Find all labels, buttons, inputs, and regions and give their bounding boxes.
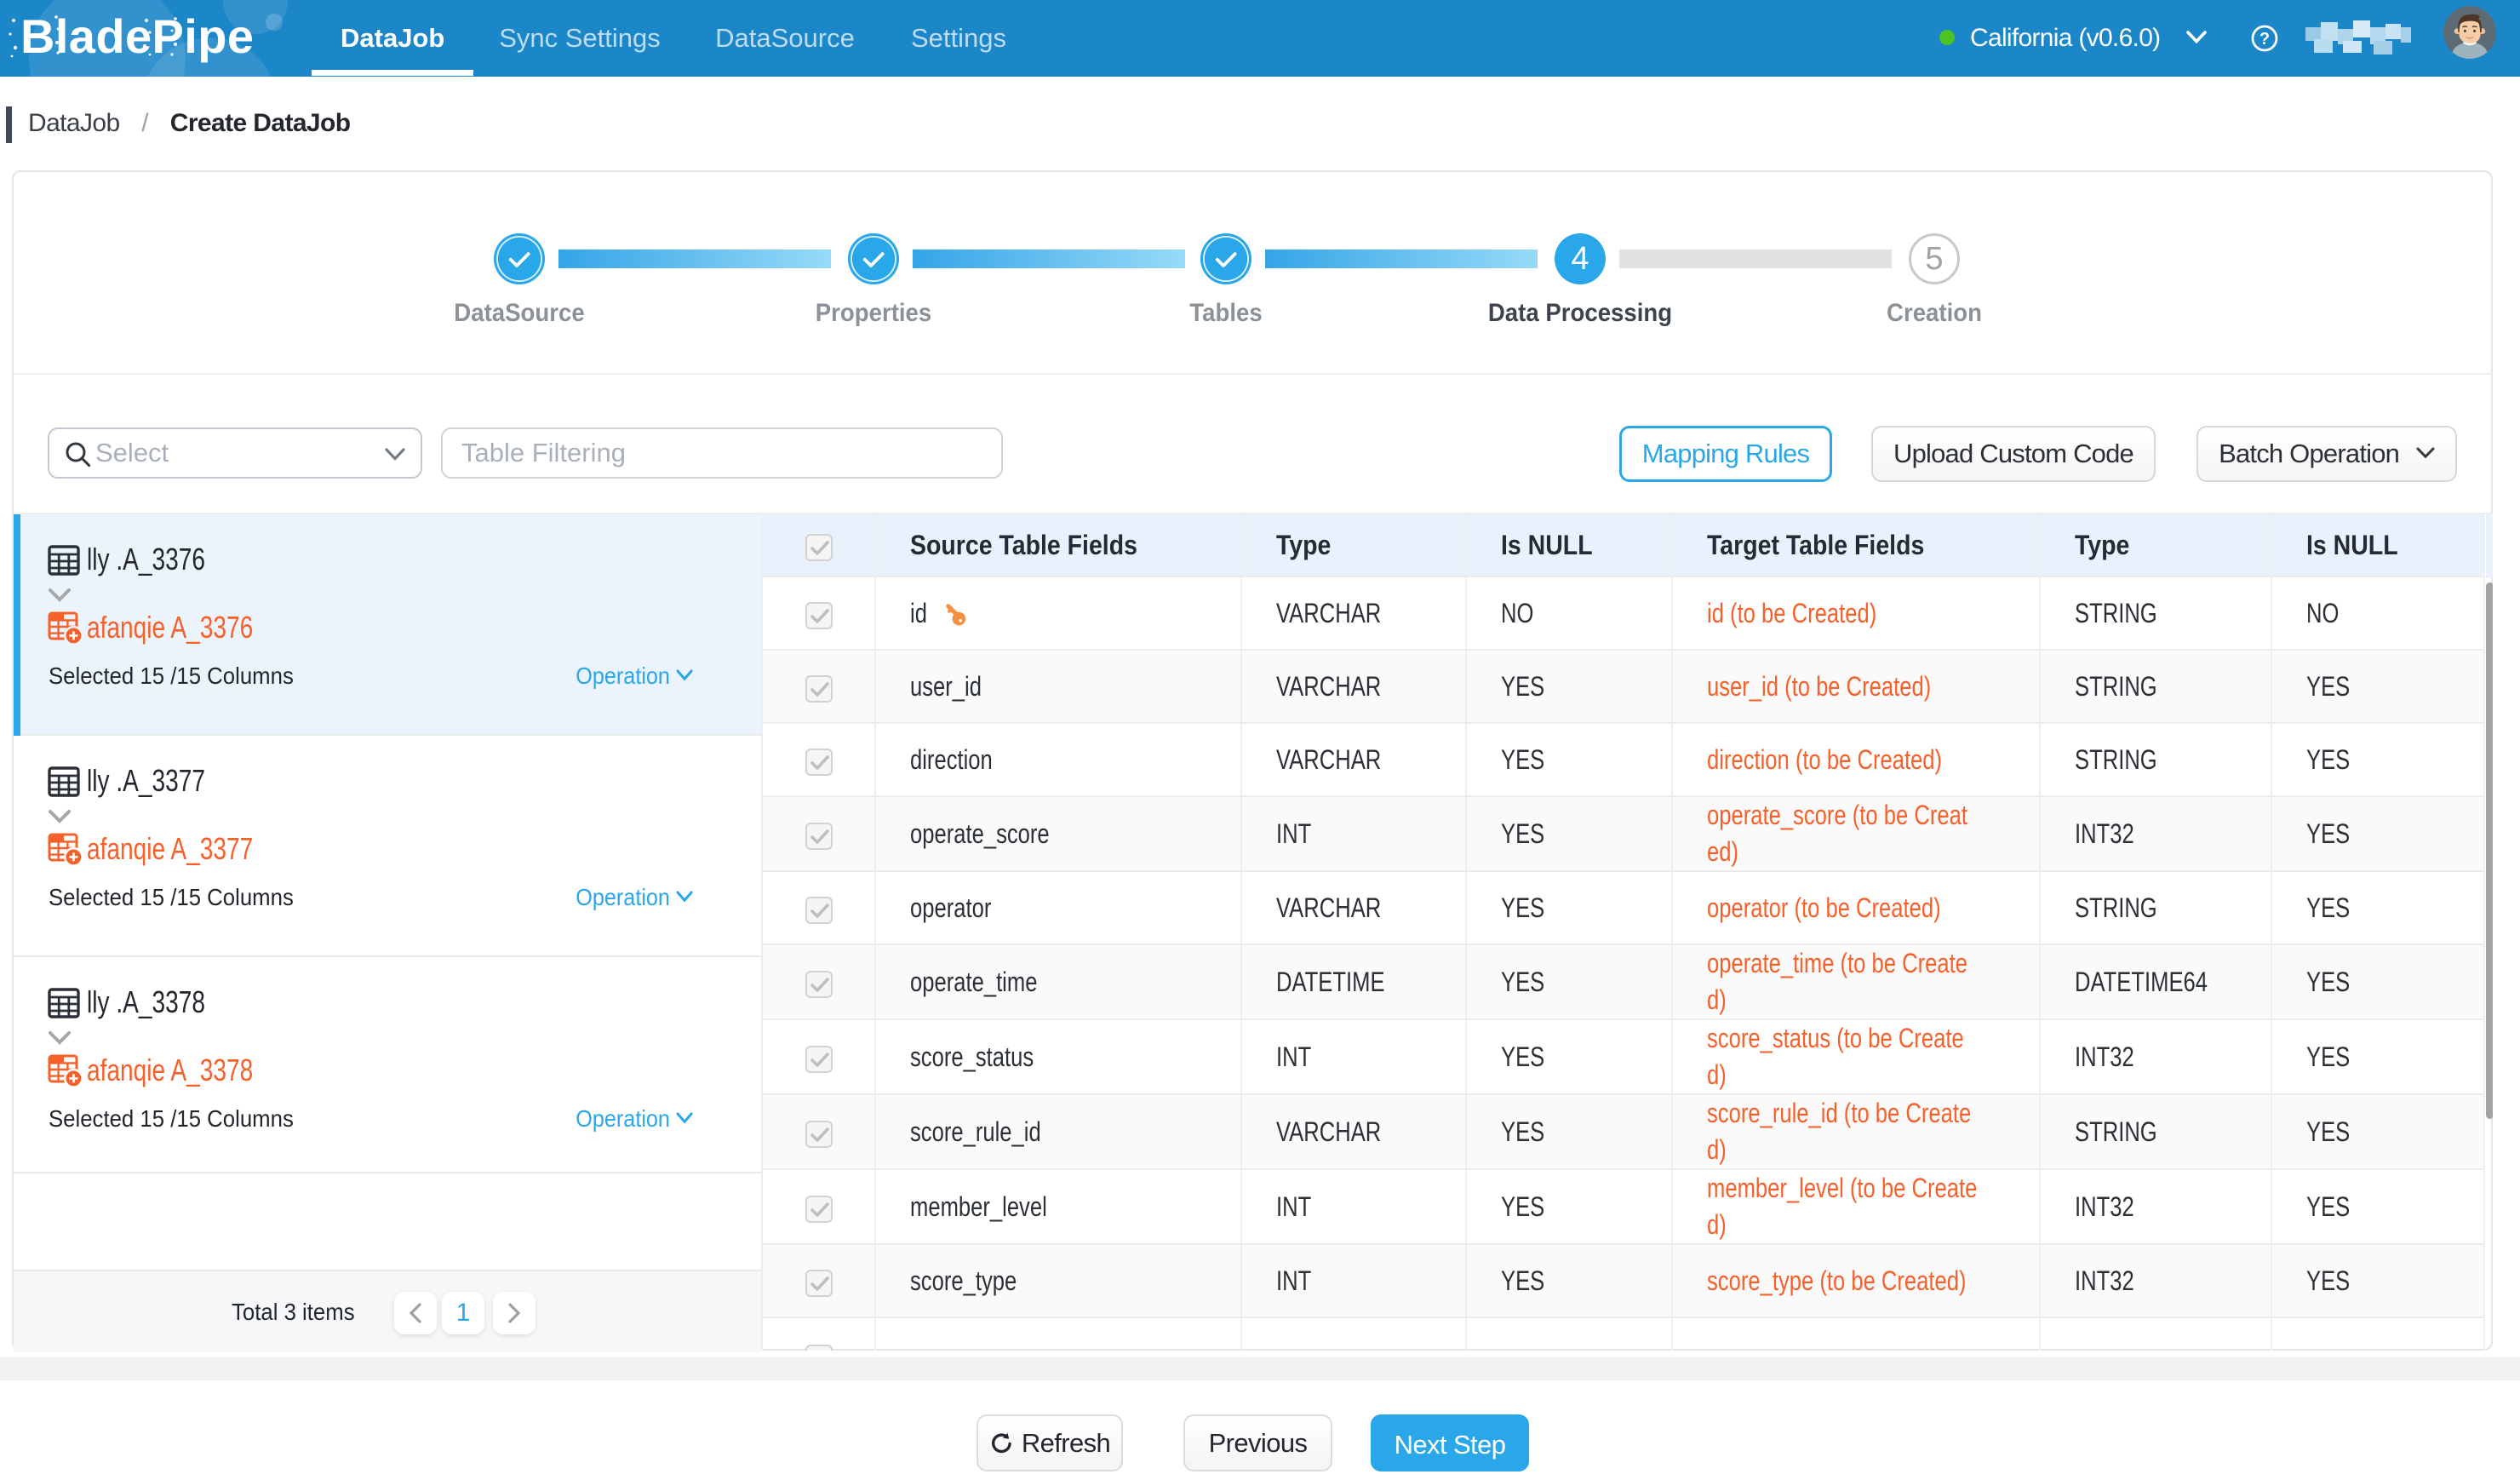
svg-text:?: ? (2259, 30, 2270, 49)
